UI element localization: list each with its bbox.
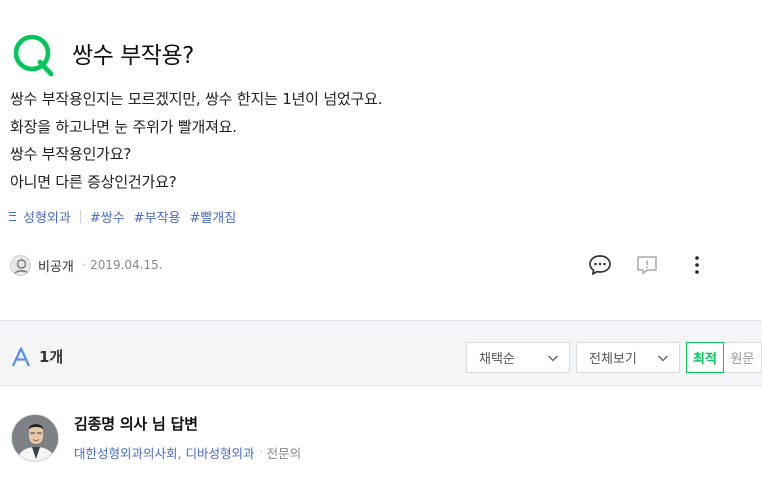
question-body-line: 쌍수 부작용인지는 모르겠지만, 쌍수 한지는 1년이 넘었구요. (10, 90, 383, 108)
question-section: 쌍수 부작용? 쌍수 부작용인지는 모르겠지만, 쌍수 한지는 1년이 넘었구요… (0, 0, 762, 320)
chevron-down-icon (548, 355, 558, 362)
tag-link[interactable]: #빨개짐 (189, 207, 236, 226)
view-select-value: 전체보기 (589, 352, 637, 367)
answer-count: 1개 (39, 348, 64, 366)
view-select[interactable]: 전체보기 (576, 342, 680, 373)
question-body: 쌍수 부작용인지는 모르겠지만, 쌍수 한지는 1년이 넘었구요. 화장을 하고… (10, 86, 750, 196)
report-button[interactable] (634, 252, 660, 278)
tag-link[interactable]: #부작용 (134, 207, 181, 226)
best-original-toggle: 최적 원문 (686, 342, 762, 373)
user-silhouette-icon (13, 258, 30, 275)
sort-select-value: 채택순 (479, 352, 515, 367)
answerer-affiliation[interactable]: 대한성형외과의사회, 디바성형외과 (74, 443, 254, 462)
report-icon (637, 256, 657, 275)
answerer-role: 전문의 (266, 446, 302, 461)
question-meta: 비공개 · 2019.04.15. (10, 254, 163, 276)
question-body-line: 아니면 다른 증상인건가요? (10, 172, 177, 191)
toggle-best[interactable]: 최적 (686, 342, 724, 373)
comment-button[interactable] (587, 252, 613, 278)
author-name: 비공개 (38, 259, 74, 275)
answerer-name[interactable]: 김종명 의사 님 답변 (74, 413, 198, 434)
divider (79, 209, 81, 223)
more-options-button[interactable] (684, 252, 710, 278)
more-vertical-icon (695, 256, 699, 274)
answerer-meta: 대한성형외과의사회, 디바성형외과 · 전문의 (74, 443, 301, 462)
question-title: 쌍수 부작용? (72, 43, 194, 69)
category-label: 성형외과 (23, 210, 71, 226)
separator-dot: · (81, 259, 86, 271)
list-icon (9, 211, 16, 221)
chevron-down-icon (658, 355, 668, 362)
separator-dot: · (259, 447, 263, 458)
question-body-line: 쌍수 부작용인가요? (10, 145, 132, 163)
comment-icon (589, 255, 611, 275)
q-mark-icon (13, 34, 54, 77)
doctor-avatar[interactable] (11, 414, 59, 462)
answer-card (0, 386, 762, 482)
avatar (10, 254, 31, 276)
post-date: 2019.04.15. (90, 258, 163, 272)
tag-link[interactable]: #쌍수 (90, 207, 125, 226)
sort-select[interactable]: 채택순 (466, 342, 570, 373)
question-body-line: 화장을 하고나면 눈 주위가 빨개져요. (10, 117, 237, 136)
category-link[interactable]: 성형외과 (9, 207, 71, 226)
tag-list: 성형외과 #쌍수 #부작용 #빨개짐 (9, 206, 245, 226)
a-mark-icon (11, 347, 31, 367)
doctor-photo (12, 415, 58, 461)
toggle-original[interactable]: 원문 (724, 342, 762, 373)
